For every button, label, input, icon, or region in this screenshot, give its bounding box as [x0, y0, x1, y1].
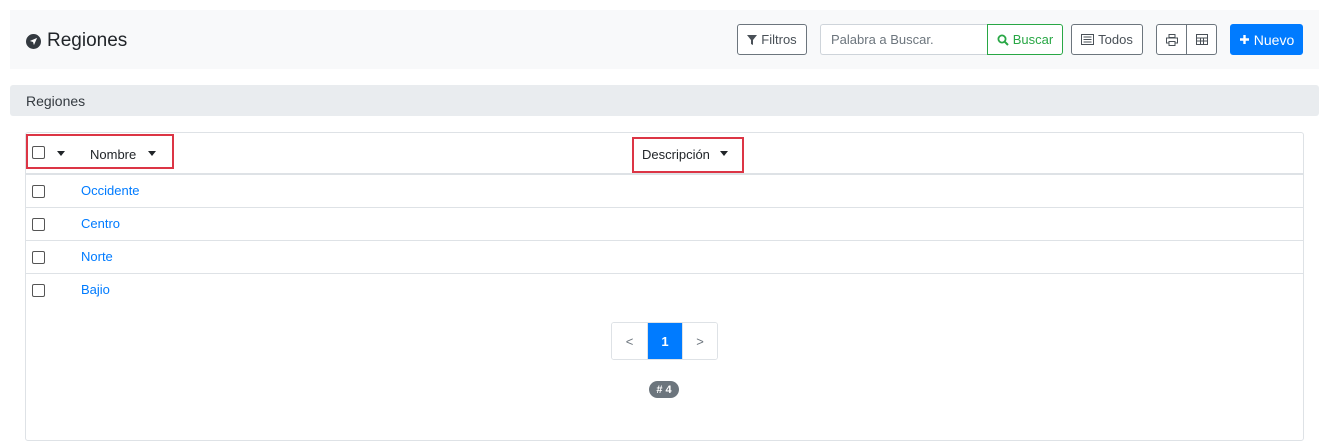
row-checkbox[interactable] — [32, 251, 45, 264]
column-header-nombre-label: Nombre — [90, 147, 137, 162]
table-row: Occidente — [26, 175, 1303, 208]
search-input[interactable] — [820, 24, 988, 55]
show-all-button[interactable]: Todos — [1071, 24, 1143, 55]
search-button-label: Buscar — [1012, 32, 1054, 47]
region-name-link[interactable]: Centro — [81, 216, 120, 231]
top-bar: Regiones Filtros Buscar Todos Nuevo — [10, 10, 1319, 69]
region-name-link[interactable]: Bajio — [81, 282, 110, 297]
row-checkbox[interactable] — [32, 218, 45, 231]
row-checkbox[interactable] — [32, 185, 45, 198]
prev-page-button[interactable]: < — [612, 323, 647, 359]
regions-table-card: Nombre Descripción Occidente Centro Nort… — [25, 132, 1304, 441]
show-all-button-label: Todos — [1098, 32, 1133, 47]
search-icon — [997, 34, 1009, 46]
filter-icon — [747, 34, 758, 45]
filters-button[interactable]: Filtros — [737, 24, 807, 55]
print-button[interactable] — [1156, 24, 1187, 55]
region-name-link[interactable]: Norte — [81, 249, 113, 264]
sort-descripcion-caret-icon[interactable] — [720, 151, 728, 156]
page-title: Regiones — [26, 30, 127, 52]
page-1-button[interactable]: 1 — [647, 323, 682, 359]
page-title-text: Regiones — [47, 30, 128, 51]
section-title: Regiones — [26, 93, 86, 109]
select-options-caret-icon[interactable] — [57, 151, 65, 156]
column-header-descripcion[interactable]: Descripción — [642, 147, 710, 162]
new-button[interactable]: Nuevo — [1230, 24, 1303, 55]
filters-button-label: Filtros — [761, 32, 797, 47]
sort-nombre-caret-icon[interactable] — [148, 151, 156, 156]
section-header: Regiones — [10, 85, 1319, 116]
table-row: Norte — [26, 241, 1303, 274]
grid-view-button[interactable] — [1186, 24, 1217, 55]
table-row: Centro — [26, 208, 1303, 241]
table-icon — [1195, 34, 1208, 45]
table-row: Bajio — [26, 274, 1303, 307]
column-header-descripcion-label: Descripción — [642, 147, 710, 162]
print-icon — [1165, 33, 1178, 46]
location-arrow-icon — [26, 33, 41, 49]
plus-icon — [1239, 35, 1249, 44]
list-icon — [1081, 34, 1095, 45]
table-header: Nombre Descripción — [26, 133, 1303, 175]
new-button-label: Nuevo — [1253, 31, 1295, 48]
search-button[interactable]: Buscar — [987, 24, 1063, 55]
region-name-link[interactable]: Occidente — [81, 183, 140, 198]
select-all-checkbox[interactable] — [32, 146, 45, 159]
next-page-button[interactable]: > — [682, 323, 717, 359]
column-header-nombre[interactable]: Nombre — [90, 147, 136, 162]
record-count-badge: # 4 — [649, 381, 679, 398]
row-checkbox[interactable] — [32, 284, 45, 297]
pagination: < 1 > — [611, 322, 718, 360]
